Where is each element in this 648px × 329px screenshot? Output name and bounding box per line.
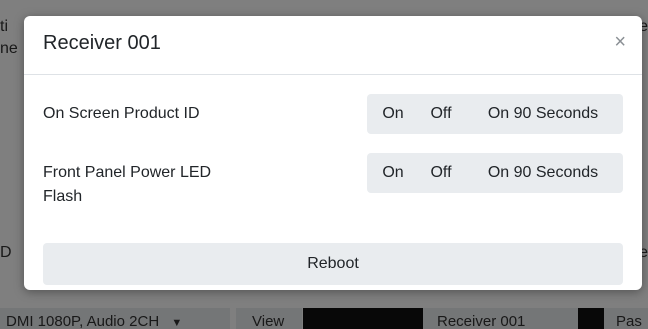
power-led-off-button[interactable]: Off <box>419 153 463 193</box>
setting-label: On Screen Product ID <box>43 105 200 122</box>
setting-row-power-led: Front Panel Power LED Flash On Off On 90… <box>43 153 623 213</box>
setting-label: Front Panel Power LED Flash <box>43 164 212 205</box>
modal-title: Receiver 001 <box>43 32 161 54</box>
modal-header: Receiver 001 × <box>24 16 642 75</box>
setting-row-product-id: On Screen Product ID On Off On 90 Second… <box>43 94 623 134</box>
product-id-on-90-seconds-button[interactable]: On 90 Seconds <box>463 94 623 134</box>
close-icon[interactable]: × <box>614 32 626 52</box>
receiver-modal: Receiver 001 × On Screen Product ID On O… <box>24 16 642 290</box>
power-led-on-button[interactable]: On <box>367 153 419 193</box>
power-led-on-90-seconds-button[interactable]: On 90 Seconds <box>463 153 623 193</box>
product-id-off-button[interactable]: Off <box>419 94 463 134</box>
power-led-toggle-group: On Off On 90 Seconds <box>367 153 623 193</box>
reboot-button[interactable]: Reboot <box>43 243 623 285</box>
product-id-on-button[interactable]: On <box>367 94 419 134</box>
product-id-toggle-group: On Off On 90 Seconds <box>367 94 623 134</box>
